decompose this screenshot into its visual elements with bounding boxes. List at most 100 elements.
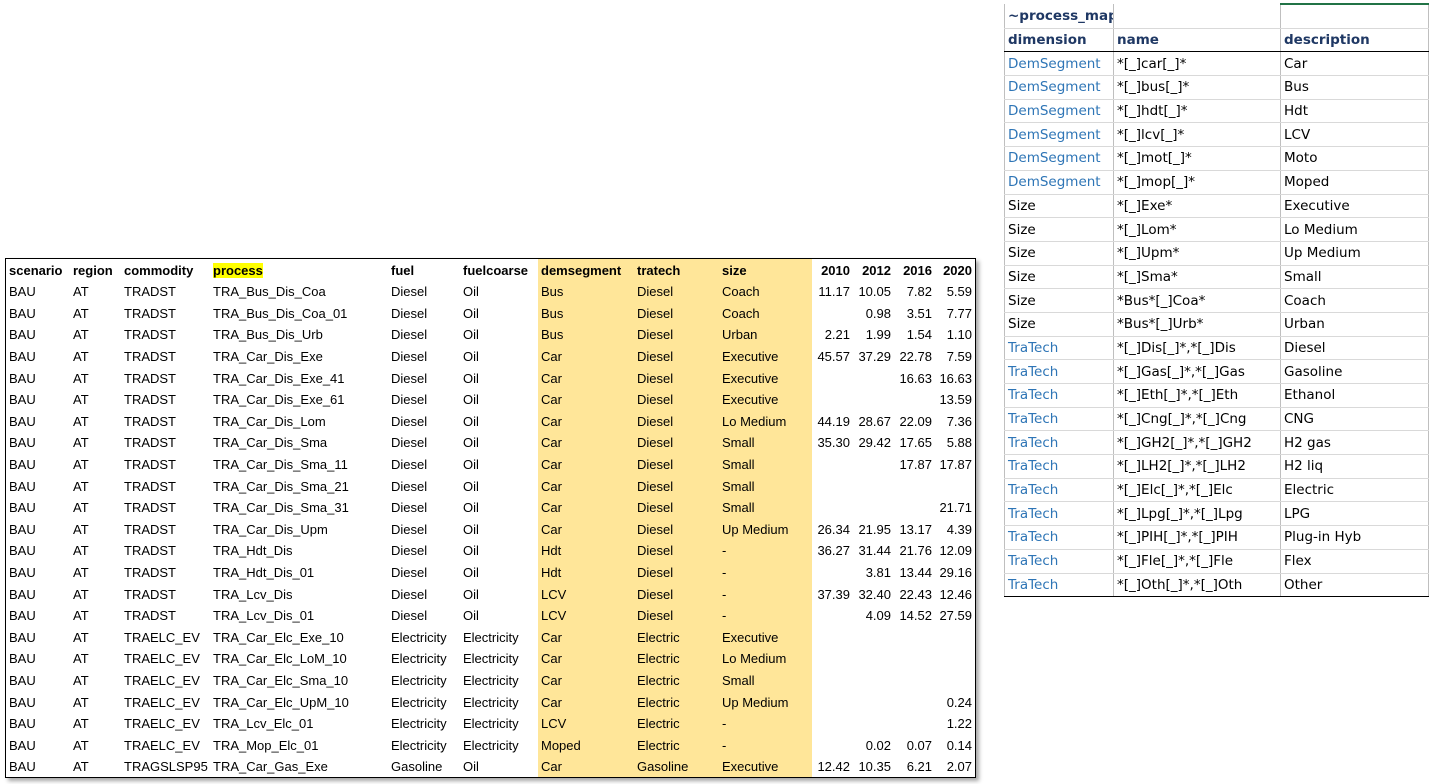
cell-size[interactable]: Small — [719, 496, 812, 519]
cell-size[interactable]: - — [719, 561, 812, 584]
cell-name[interactable]: *[_]LH2[_]*,*[_]LH2 — [1113, 454, 1281, 479]
cell-2012[interactable]: 0.98 — [853, 303, 894, 325]
cell-commodity[interactable]: TRADST — [121, 475, 210, 497]
cell-demsegment[interactable]: Car — [538, 432, 634, 454]
cell-2010[interactable] — [812, 389, 853, 411]
cell-2020[interactable]: 21.71 — [935, 497, 975, 519]
cell-size[interactable]: Executive — [719, 345, 812, 368]
cell-size[interactable]: - — [719, 583, 812, 605]
cell-process[interactable]: TRA_Car_Elc_UpM_10 — [210, 691, 388, 713]
cell-demsegment[interactable]: Car — [538, 496, 634, 519]
cell-name[interactable]: *[_]Fle[_]*,*[_]Fle — [1113, 549, 1281, 574]
cell-scenario[interactable]: BAU — [6, 324, 70, 346]
cell-fuel[interactable]: Electricity — [388, 734, 460, 756]
cell-scenario[interactable]: BAU — [6, 627, 70, 649]
cell-region[interactable]: AT — [70, 454, 121, 476]
cell-dimension[interactable]: TraTech — [1004, 501, 1114, 527]
cell-commodity[interactable]: TRADST — [121, 497, 210, 519]
cell-description[interactable]: Urban — [1280, 312, 1429, 337]
header-region[interactable]: region — [70, 259, 121, 281]
cell-name[interactable]: *Bus*[_]Coa* — [1113, 288, 1281, 313]
cell-2010[interactable]: 44.19 — [812, 411, 853, 433]
cell-size[interactable]: Urban — [719, 324, 812, 346]
cell-demsegment[interactable]: Car — [538, 367, 634, 389]
process-map-title-active-cell[interactable] — [1280, 2, 1429, 29]
cell-2020[interactable]: 12.46 — [935, 583, 975, 605]
cell-process[interactable]: TRA_Lcv_Dis_01 — [210, 605, 388, 627]
cell-fuel[interactable]: Electricity — [388, 627, 460, 649]
cell-scenario[interactable]: BAU — [6, 756, 70, 777]
cell-2020[interactable] — [935, 648, 975, 670]
cell-2016[interactable]: 13.17 — [894, 519, 935, 541]
cell-2012[interactable] — [853, 367, 894, 389]
cell-size[interactable]: Up Medium — [719, 518, 812, 541]
cell-fuelcoarse[interactable]: Oil — [460, 562, 538, 584]
cell-tratech[interactable]: Diesel — [634, 518, 719, 541]
cell-2020[interactable]: 5.59 — [935, 281, 975, 303]
cell-scenario[interactable]: BAU — [6, 648, 70, 670]
cell-commodity[interactable]: TRADST — [121, 324, 210, 346]
cell-2012[interactable]: 37.29 — [853, 346, 894, 368]
cell-demsegment[interactable]: Car — [538, 648, 634, 670]
header-fuel[interactable]: fuel — [388, 259, 460, 281]
header-commodity[interactable]: commodity — [121, 259, 210, 281]
cell-tratech[interactable]: Diesel — [634, 324, 719, 346]
cell-scenario[interactable]: BAU — [6, 540, 70, 562]
cell-scenario[interactable]: BAU — [6, 734, 70, 756]
cell-2020[interactable]: 17.87 — [935, 454, 975, 476]
cell-2016[interactable]: 13.44 — [894, 562, 935, 584]
cell-dimension[interactable]: DemSegment — [1004, 51, 1114, 77]
cell-demsegment[interactable]: Car — [538, 388, 634, 411]
cell-name[interactable]: *[_]Eth[_]*,*[_]Eth — [1113, 383, 1281, 408]
cell-size[interactable]: Executive — [719, 388, 812, 411]
cell-fuelcoarse[interactable]: Oil — [460, 756, 538, 777]
cell-fuelcoarse[interactable]: Electricity — [460, 670, 538, 692]
cell-tratech[interactable]: Diesel — [634, 388, 719, 411]
cell-process[interactable]: TRA_Car_Elc_LoM_10 — [210, 648, 388, 670]
cell-2010[interactable] — [812, 648, 853, 670]
cell-fuel[interactable]: Diesel — [388, 281, 460, 303]
cell-commodity[interactable]: TRAELC_EV — [121, 648, 210, 670]
cell-name[interactable]: *[_]Cng[_]*,*[_]Cng — [1113, 407, 1281, 432]
cell-process[interactable]: TRA_Car_Dis_Sma — [210, 432, 388, 454]
cell-scenario[interactable]: BAU — [6, 713, 70, 735]
cell-dimension[interactable]: DemSegment — [1004, 75, 1114, 100]
cell-2012[interactable] — [853, 670, 894, 692]
cell-demsegment[interactable]: LCV — [538, 604, 634, 627]
cell-region[interactable]: AT — [70, 281, 121, 303]
cell-process[interactable]: TRA_Bus_Dis_Urb — [210, 324, 388, 346]
cell-description[interactable]: LCV — [1280, 122, 1429, 148]
cell-fuel[interactable]: Diesel — [388, 367, 460, 389]
cell-process[interactable]: TRA_Mop_Elc_01 — [210, 734, 388, 756]
cell-dimension[interactable]: DemSegment — [1004, 146, 1114, 171]
cell-name[interactable]: *[_]GH2[_]*,*[_]GH2 — [1113, 430, 1281, 456]
cell-process[interactable]: TRA_Car_Dis_Sma_31 — [210, 497, 388, 519]
cell-process[interactable]: TRA_Car_Dis_Exe — [210, 346, 388, 368]
header-tratech[interactable]: tratech — [634, 259, 719, 281]
cell-name[interactable]: *[_]PIH[_]*,*[_]PIH — [1113, 525, 1281, 550]
cell-description[interactable]: H2 gas — [1280, 430, 1429, 456]
cell-dimension[interactable]: DemSegment — [1004, 99, 1114, 124]
cell-scenario[interactable]: BAU — [6, 281, 70, 303]
cell-2012[interactable] — [853, 389, 894, 411]
cell-tratech[interactable]: Diesel — [634, 345, 719, 368]
cell-dimension[interactable]: Size — [1004, 193, 1114, 219]
cell-name[interactable]: *[_]mop[_]* — [1113, 170, 1281, 195]
cell-fuel[interactable]: Diesel — [388, 519, 460, 541]
cell-fuelcoarse[interactable]: Oil — [460, 583, 538, 605]
cell-description[interactable]: Other — [1280, 573, 1429, 598]
cell-dimension[interactable]: Size — [1004, 312, 1114, 337]
cell-demsegment[interactable]: Car — [538, 410, 634, 433]
cell-tratech[interactable]: Electric — [634, 712, 719, 735]
cell-commodity[interactable]: TRADST — [121, 281, 210, 303]
cell-2012[interactable]: 32.40 — [853, 583, 894, 605]
cell-tratech[interactable]: Diesel — [634, 410, 719, 433]
cell-2020[interactable]: 29.16 — [935, 562, 975, 584]
cell-demsegment[interactable]: Car — [538, 475, 634, 497]
cell-process[interactable]: TRA_Hdt_Dis — [210, 540, 388, 562]
cell-commodity[interactable]: TRAELC_EV — [121, 691, 210, 713]
cell-fuel[interactable]: Electricity — [388, 691, 460, 713]
cell-fuel[interactable]: Gasoline — [388, 756, 460, 777]
cell-region[interactable]: AT — [70, 475, 121, 497]
cell-dimension[interactable]: TraTech — [1004, 549, 1114, 574]
